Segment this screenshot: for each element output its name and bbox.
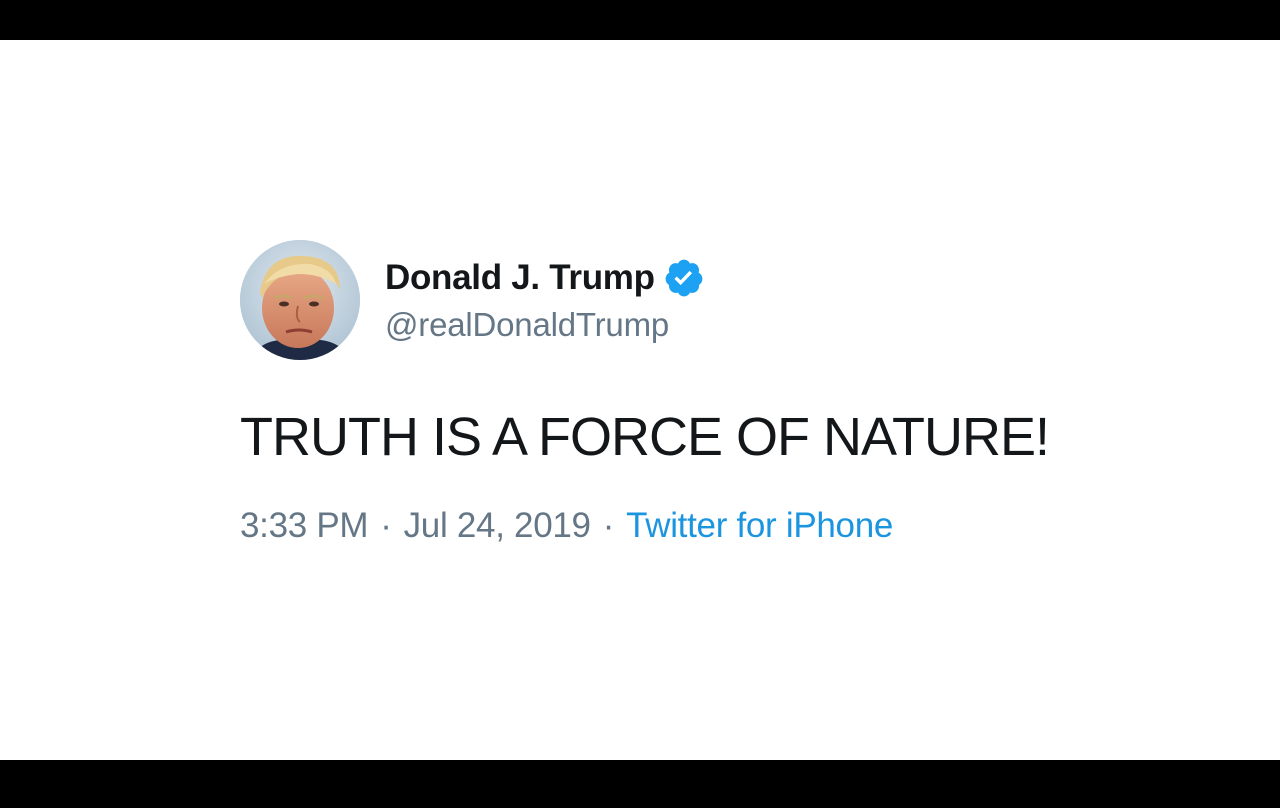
tweet-source-link[interactable]: Twitter for iPhone: [626, 506, 893, 545]
user-handle[interactable]: @realDonaldTrump: [385, 306, 705, 344]
meta-separator: ·: [602, 506, 615, 545]
display-name[interactable]: Donald J. Trump: [385, 258, 655, 298]
profile-photo-icon: [240, 240, 360, 360]
tweet-text: TRUTH IS A FORCE OF NATURE!: [240, 407, 1050, 467]
tweet-author: Donald J. Trump @realDonaldTrump: [240, 240, 1100, 362]
avatar[interactable]: [240, 240, 360, 360]
display-name-row: Donald J. Trump: [385, 256, 705, 300]
verified-badge-icon: [663, 257, 705, 299]
tweet-time[interactable]: 3:33 PM: [240, 506, 369, 545]
tweet-card: Donald J. Trump @realDonaldTrump TRUTH I…: [240, 240, 1100, 546]
tweet-meta: 3:33 PM · Jul 24, 2019 · Twitter for iPhone: [240, 506, 1100, 546]
author-names: Donald J. Trump @realDonaldTrump: [385, 256, 705, 344]
tweet-date[interactable]: Jul 24, 2019: [404, 506, 591, 545]
letterbox-top: [0, 0, 1280, 40]
letterbox-bottom: [0, 760, 1280, 808]
meta-separator: ·: [380, 506, 392, 545]
tweet-screenshot: Donald J. Trump @realDonaldTrump TRUTH I…: [0, 40, 1280, 760]
